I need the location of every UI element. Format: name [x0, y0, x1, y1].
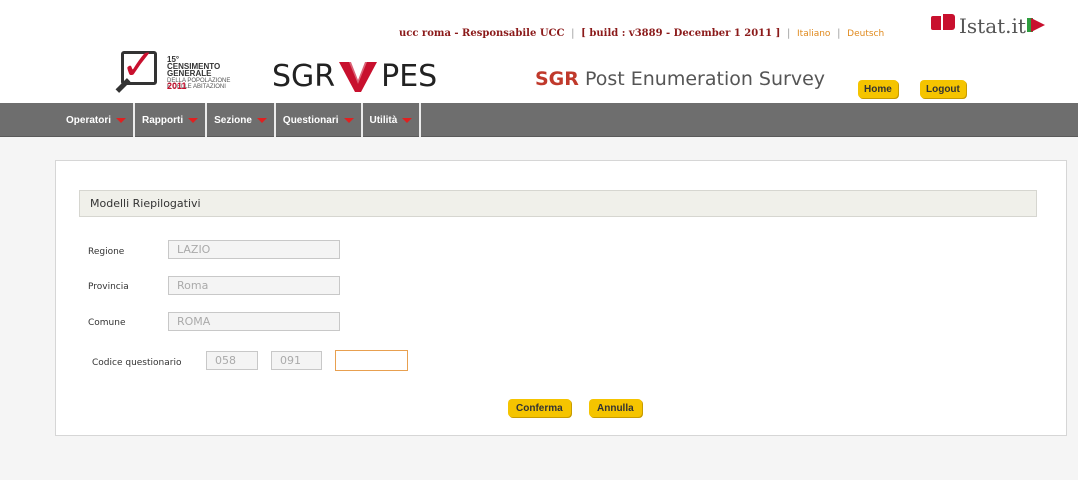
main-nav: Operatori Rapporti Sezione Questionari U…: [0, 103, 1078, 137]
dropdown-arrow-icon: [188, 117, 199, 123]
nav-item-questionari[interactable]: Questionari: [276, 103, 363, 137]
regione-field: LAZIO: [168, 240, 340, 259]
home-button[interactable]: Home: [858, 80, 898, 98]
survey-title: SGR Post Enumeration Survey: [535, 68, 826, 90]
codice-part2-field: 091: [271, 351, 322, 370]
provincia-label: Provincia: [88, 282, 129, 292]
section-title: Modelli Riepilogativi: [79, 190, 1037, 217]
header: ✓ 15° CENSIMENTO GENERALE DELLA POPOLAZI…: [0, 0, 1078, 103]
nav-item-rapporti[interactable]: Rapporti: [135, 103, 208, 137]
codice-questionario-label: Codice questionario: [92, 358, 182, 368]
census-year: 2011: [167, 81, 187, 91]
codice-part3-input[interactable]: [335, 350, 408, 371]
regione-label: Regione: [88, 247, 125, 257]
annulla-button[interactable]: Annulla: [589, 399, 642, 417]
sgr-logo-text: SGR: [272, 58, 336, 94]
logout-button[interactable]: Logout: [920, 80, 966, 98]
dropdown-arrow-icon: [116, 117, 127, 123]
form-panel: Modelli Riepilogativi Regione LAZIO Prov…: [55, 160, 1067, 436]
nav-item-operatori[interactable]: Operatori: [59, 103, 136, 137]
italy-flag-icon: [1031, 18, 1045, 32]
istat-name: Istat.it: [959, 14, 1026, 38]
lang-link-deutsch[interactable]: Deutsch: [847, 29, 884, 39]
checkmark-logo-icon: [339, 60, 378, 92]
user-info: ucc roma - Responsabile UCC: [399, 28, 565, 39]
codice-part1-field: 058: [206, 351, 258, 370]
dropdown-arrow-icon: [256, 117, 267, 123]
conferma-button[interactable]: Conferma: [508, 399, 571, 417]
nav-item-sezione[interactable]: Sezione: [207, 103, 276, 137]
build-info: [ build : v3889 - December 1 2011 ]: [581, 28, 781, 39]
comune-field: ROMA: [168, 312, 340, 331]
nav-item-utilita[interactable]: Utilità: [363, 103, 422, 137]
sgr-pes-logo: SGR PES: [272, 56, 437, 96]
census-2011-logo: ✓ 15° CENSIMENTO GENERALE DELLA POPOLAZI…: [115, 44, 235, 103]
comune-label: Comune: [88, 318, 126, 328]
dropdown-arrow-icon: [343, 117, 354, 123]
top-info-bar: ucc roma - Responsabile UCC | [ build : …: [399, 28, 885, 39]
provincia-field: Roma: [168, 276, 340, 295]
dropdown-arrow-icon: [402, 117, 413, 123]
istat-logo[interactable]: Istat.it: [931, 12, 1061, 42]
lang-link-italiano[interactable]: Italiano: [797, 29, 830, 39]
istat-mark-icon: [931, 16, 941, 30]
pes-logo-text: PES: [381, 58, 438, 94]
